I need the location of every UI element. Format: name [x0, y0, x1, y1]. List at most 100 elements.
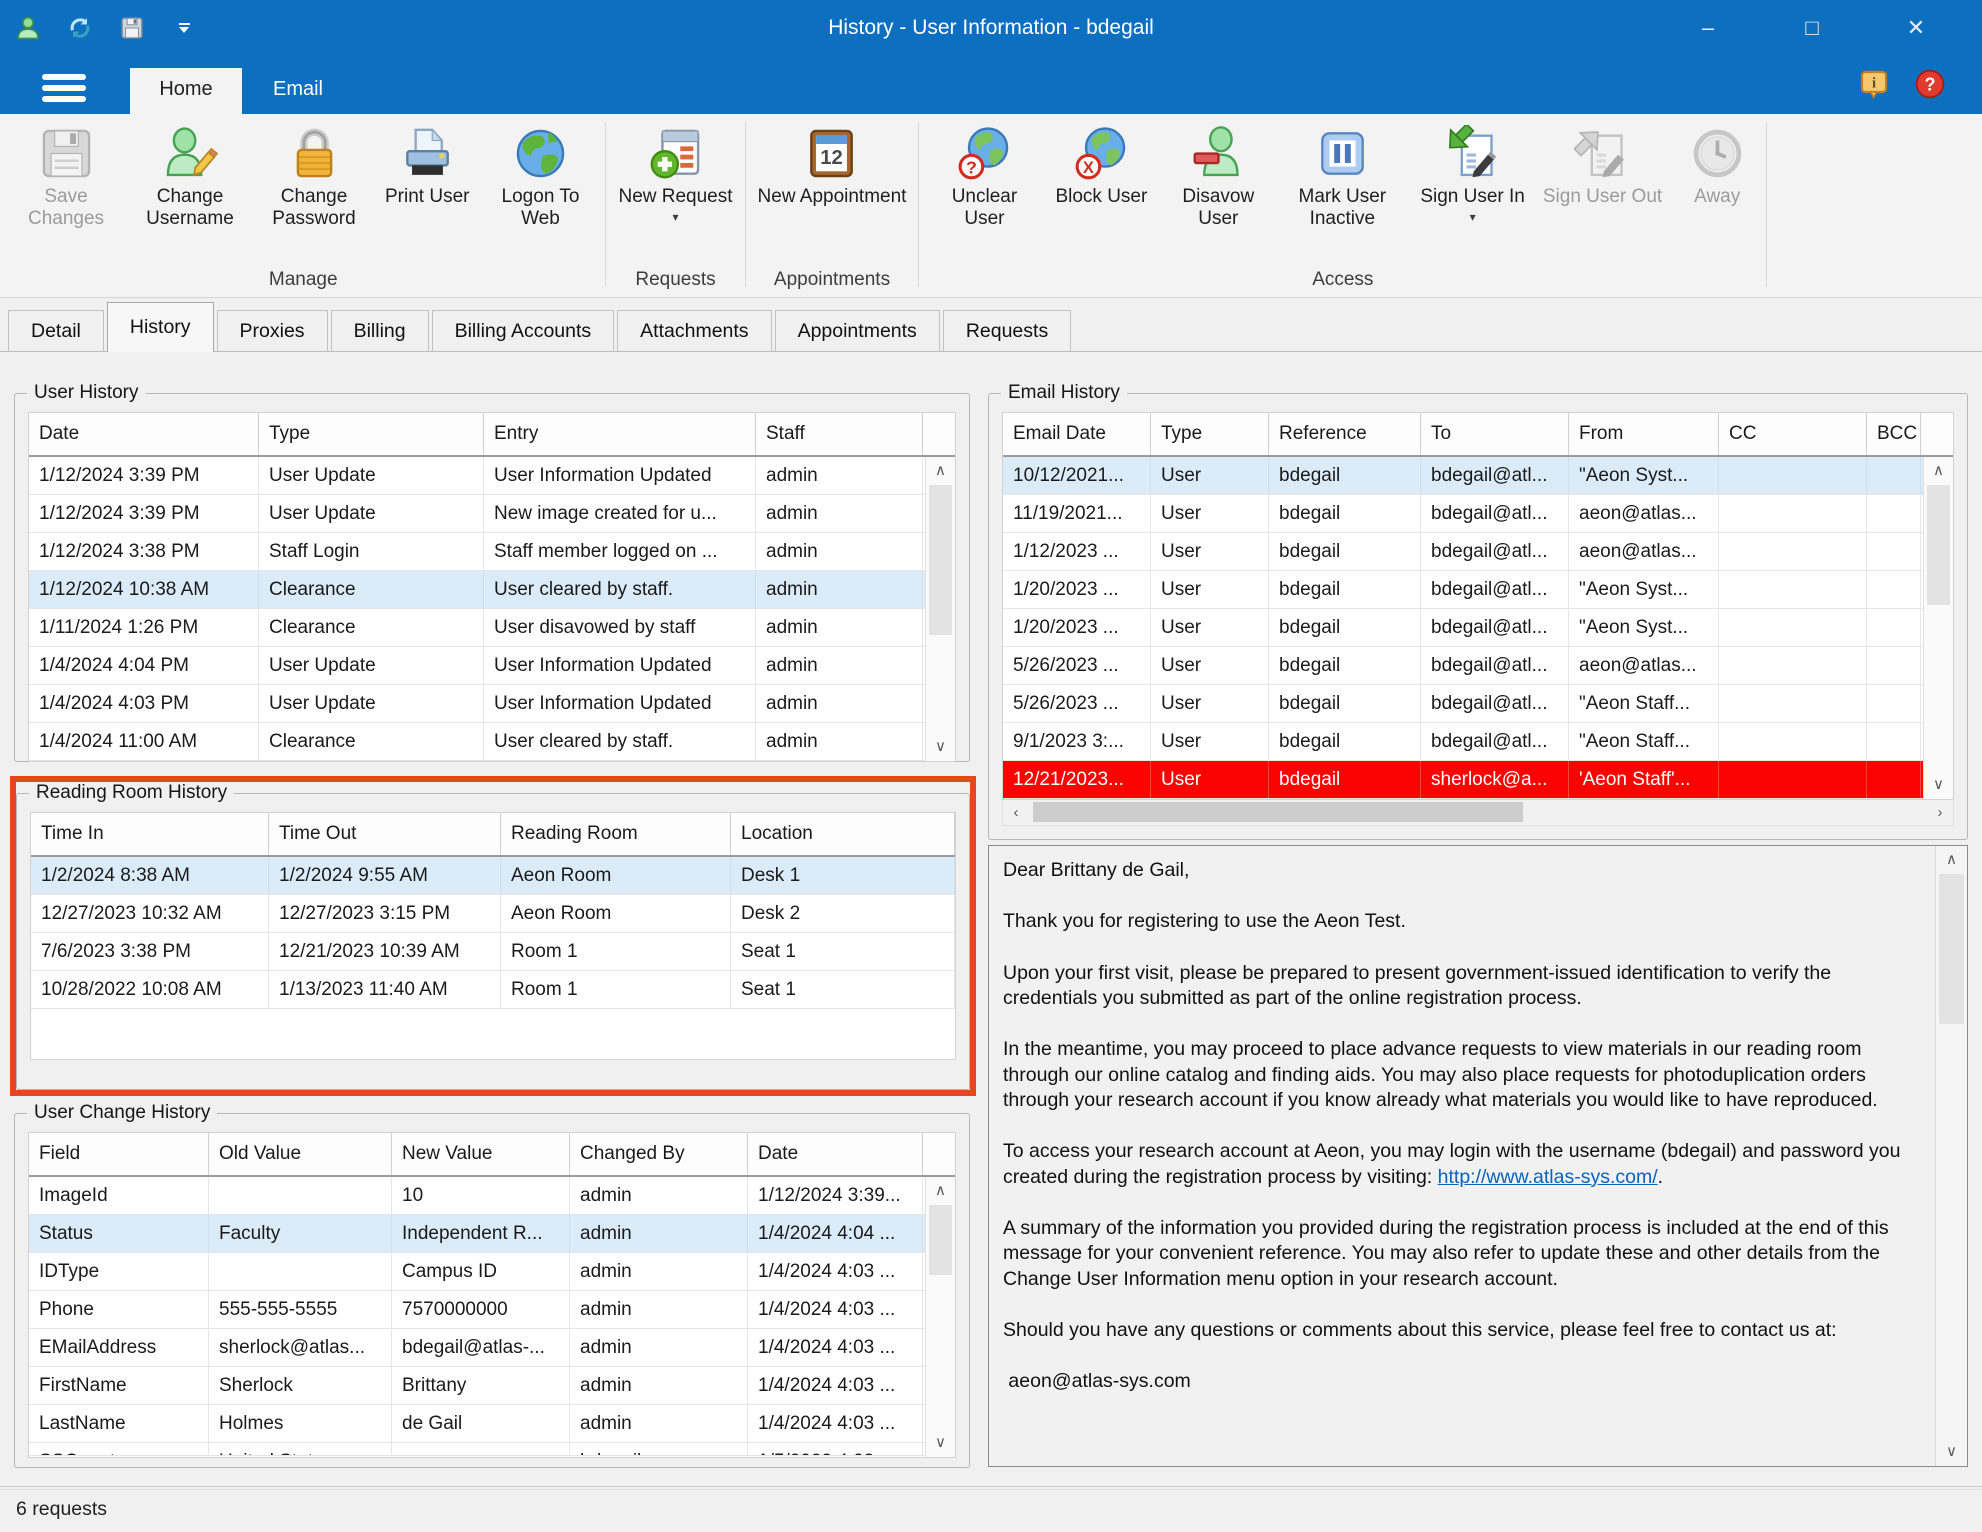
table-row[interactable]: 5/26/2023 ... User bdegail bdegail@atl... "A…: [1003, 685, 1953, 723]
column-header-email-date[interactable]: Email Date: [1003, 413, 1151, 455]
table-row[interactable]: Phone 555-555-5555 7570000000 admin 1/4/2024…: [29, 1291, 955, 1329]
tab-billing-accounts[interactable]: Billing Accounts: [431, 310, 615, 351]
help-icon[interactable]: ?: [1914, 68, 1946, 105]
column-header-to[interactable]: To: [1421, 413, 1569, 455]
table-row[interactable]: FirstName Sherlock Brittany admin 1/4/2024 4…: [29, 1367, 955, 1405]
table-row[interactable]: 12/21/2023... User bdegail sherlock@a... 'Ae…: [1003, 761, 1953, 799]
scrollbar-thumb[interactable]: [1927, 485, 1950, 605]
column-header-location[interactable]: Location: [731, 813, 955, 855]
scroll-left-icon[interactable]: ‹: [1003, 800, 1029, 825]
menu-hamburger-icon[interactable]: [36, 70, 92, 106]
column-header-time-out[interactable]: Time Out: [269, 813, 501, 855]
table-row[interactable]: 5/26/2023 ... User bdegail bdegail@atl... ae…: [1003, 647, 1953, 685]
change-username-button[interactable]: Change Username: [128, 121, 252, 231]
minimize-button[interactable]: –: [1656, 0, 1760, 56]
table-row[interactable]: Status Faculty Independent R... admin 1/4/20…: [29, 1215, 955, 1253]
sync-arrows-icon[interactable]: [64, 12, 96, 44]
column-header-staff[interactable]: Staff: [756, 413, 923, 455]
tab-detail[interactable]: Detail: [8, 310, 104, 351]
print-user-button[interactable]: Print User: [376, 121, 478, 210]
table-row[interactable]: 1/4/2024 4:03 PM User Update User Informat…: [29, 685, 955, 723]
scroll-down-icon[interactable]: ∨: [1936, 1438, 1967, 1464]
vertical-scrollbar[interactable]: ∧ ∨: [1923, 457, 1953, 799]
column-header-changed-by[interactable]: Changed By: [570, 1133, 748, 1175]
column-header-date[interactable]: Date: [29, 413, 259, 455]
column-header-reference[interactable]: Reference: [1269, 413, 1421, 455]
feedback-icon[interactable]: i: [1858, 68, 1890, 105]
column-header-old-value[interactable]: Old Value: [209, 1133, 392, 1175]
table-row[interactable]: 1/20/2023 ... User bdegail bdegail@atl... "A…: [1003, 571, 1953, 609]
table-row[interactable]: LastName Holmes de Gail admin 1/4/2024 4:03 …: [29, 1405, 955, 1443]
table-row[interactable]: 1/20/2023 ... User bdegail bdegail@atl... "A…: [1003, 609, 1953, 647]
vertical-scrollbar[interactable]: ∧ ∨: [1935, 846, 1967, 1466]
tab-email[interactable]: Email: [242, 68, 354, 114]
table-row[interactable]: 1/4/2024 4:04 PM User Update User Informat…: [29, 647, 955, 685]
new-appointment-button[interactable]: 12 New Appointment: [749, 121, 916, 210]
column-header-date[interactable]: Date: [748, 1133, 923, 1175]
block-user-button[interactable]: X Block User: [1046, 121, 1156, 210]
vertical-scrollbar[interactable]: ∧ ∨: [925, 1177, 955, 1457]
table-row[interactable]: 10/28/2022 10:08 AM 1/13/2023 11:40 AM Roo…: [31, 971, 955, 1009]
tab-appointments[interactable]: Appointments: [774, 310, 940, 351]
column-header-new-value[interactable]: New Value: [392, 1133, 570, 1175]
table-row[interactable]: 1/12/2024 10:38 AM Clearance User cleared …: [29, 571, 955, 609]
save-icon[interactable]: [116, 12, 148, 44]
tab-proxies[interactable]: Proxies: [216, 310, 328, 351]
column-header-cc[interactable]: CC: [1719, 413, 1867, 455]
table-row[interactable]: 1/12/2024 3:38 PM Staff Login Staff member…: [29, 533, 955, 571]
email-body[interactable]: Dear Brittany de Gail, Thank you for regi…: [989, 846, 1935, 1466]
tab-billing[interactable]: Billing: [330, 310, 429, 351]
customize-quick-access-icon[interactable]: [168, 12, 200, 44]
tab-home[interactable]: Home: [130, 68, 242, 114]
table-row[interactable]: EMailAddress sherlock@atlas... bdegail@atl…: [29, 1329, 955, 1367]
new-request-button[interactable]: New Request ▾: [609, 121, 741, 225]
close-button[interactable]: ✕: [1864, 0, 1968, 56]
table-row[interactable]: 12/27/2023 10:32 AM 12/27/2023 3:15 PM Aeo…: [31, 895, 955, 933]
email-link[interactable]: http://www.atlas-sys.com/: [1438, 1166, 1658, 1188]
scroll-up-icon[interactable]: ∧: [1924, 457, 1953, 483]
scroll-down-icon[interactable]: ∨: [1924, 771, 1953, 797]
column-header-type[interactable]: Type: [1151, 413, 1269, 455]
change-password-button[interactable]: Change Password: [252, 121, 376, 231]
table-row[interactable]: 1/12/2024 3:39 PM User Update User Informa…: [29, 457, 955, 495]
table-row[interactable]: 11/19/2021... User bdegail bdegail@atl... ae…: [1003, 495, 1953, 533]
tab-history[interactable]: History: [106, 302, 214, 352]
scroll-down-icon[interactable]: ∨: [926, 733, 955, 759]
sign-user-in-button[interactable]: Sign User In ▾: [1411, 121, 1534, 225]
table-row[interactable]: 9/1/2023 3:... User bdegail bdegail@atl... "…: [1003, 723, 1953, 761]
table-row[interactable]: 1/12/2023 ... User bdegail bdegail@atl... ae…: [1003, 533, 1953, 571]
scroll-up-icon[interactable]: ∧: [926, 1177, 955, 1203]
unclear-user-button[interactable]: ? Unclear User: [922, 121, 1046, 231]
user-icon[interactable]: [12, 12, 44, 44]
column-header-from[interactable]: From: [1569, 413, 1719, 455]
scrollbar-thumb[interactable]: [1033, 802, 1523, 822]
table-row[interactable]: IDType Campus ID admin 1/4/2024 4:03 ...: [29, 1253, 955, 1291]
scroll-up-icon[interactable]: ∧: [1936, 846, 1967, 872]
column-header-bcc[interactable]: BCC: [1867, 413, 1921, 455]
scrollbar-thumb[interactable]: [929, 1205, 952, 1275]
scroll-up-icon[interactable]: ∧: [926, 457, 955, 483]
column-header-time-in[interactable]: Time In: [31, 813, 269, 855]
column-header-type[interactable]: Type: [259, 413, 484, 455]
horizontal-scrollbar[interactable]: ‹ ›: [1002, 800, 1954, 826]
table-row[interactable]: 10/12/2021... User bdegail bdegail@atl... "A…: [1003, 457, 1953, 495]
vertical-scrollbar[interactable]: ∧ ∨: [925, 457, 955, 761]
table-row[interactable]: 7/6/2023 3:38 PM 12/21/2023 10:39 AM Room …: [31, 933, 955, 971]
table-row[interactable]: 1/11/2024 1:26 PM Clearance User disavowed…: [29, 609, 955, 647]
scroll-right-icon[interactable]: ›: [1927, 800, 1953, 825]
table-row[interactable]: 1/4/2024 11:00 AM Clearance User cleared b…: [29, 723, 955, 761]
mark-user-inactive-button[interactable]: Mark User Inactive: [1280, 121, 1404, 231]
disavow-user-button[interactable]: Disavow User: [1156, 121, 1280, 231]
column-header-reading-room[interactable]: Reading Room: [501, 813, 731, 855]
tab-requests[interactable]: Requests: [942, 310, 1072, 351]
table-row[interactable]: 1/12/2024 3:39 PM User Update New image cr…: [29, 495, 955, 533]
table-row[interactable]: ImageId 10 admin 1/12/2024 3:39...: [29, 1177, 955, 1215]
scroll-down-icon[interactable]: ∨: [926, 1429, 955, 1455]
tab-attachments[interactable]: Attachments: [617, 310, 772, 351]
logon-to-web-button[interactable]: Logon To Web: [478, 121, 602, 231]
scrollbar-thumb[interactable]: [929, 485, 952, 635]
scrollbar-thumb[interactable]: [1939, 874, 1964, 1024]
column-header-field[interactable]: Field: [29, 1133, 209, 1175]
table-row[interactable]: 1/2/2024 8:38 AM 1/2/2024 9:55 AM Aeon Roo…: [31, 857, 955, 895]
table-row-clipped[interactable]: SSCountryUnited States bdegail1/5/2022 4:…: [29, 1443, 955, 1456]
